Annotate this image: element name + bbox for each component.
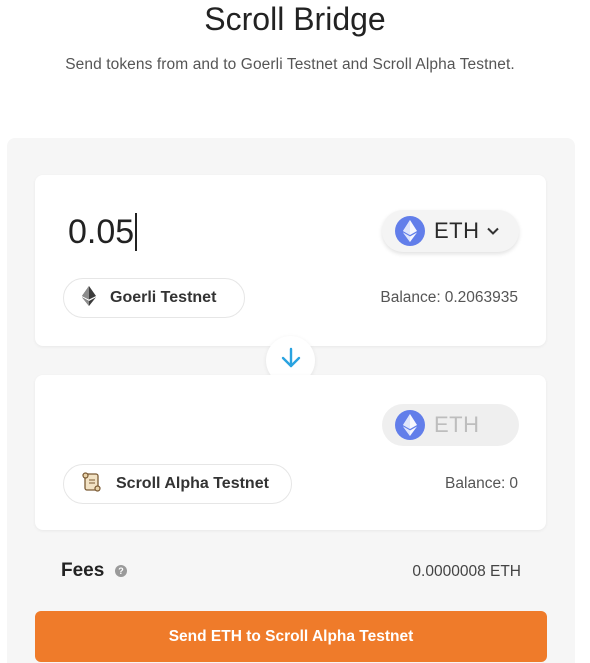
to-network-label: Scroll Alpha Testnet <box>116 475 269 492</box>
from-token-label: ETH <box>434 218 480 243</box>
help-icon[interactable]: ? <box>115 565 127 577</box>
amount-value: 0.05 <box>68 212 135 251</box>
from-card: 0.05 ETH Goerli Testnet Balance: 0.20639… <box>35 175 546 346</box>
to-card: ETH Scroll Alpha Testnet Balance: 0 <box>35 375 546 530</box>
amount-input[interactable]: 0.05 <box>68 211 268 253</box>
fees-value: 0.0000008 ETH <box>412 563 521 580</box>
to-balance-label: Balance: <box>445 475 506 492</box>
send-button[interactable]: Send ETH to Scroll Alpha Testnet <box>35 611 547 662</box>
arrow-down-icon <box>280 347 302 374</box>
fees-label: Fees <box>61 560 105 581</box>
to-token-label: ETH <box>434 412 480 437</box>
from-balance: Balance: 0.2063935 <box>380 289 518 307</box>
from-balance-value: 0.2063935 <box>444 289 518 306</box>
page-subtitle: Send tokens from and to Goerli Testnet a… <box>65 56 515 73</box>
from-network-label: Goerli Testnet <box>110 289 217 306</box>
from-token-select[interactable]: ETH <box>382 210 519 252</box>
to-token-select: ETH <box>382 404 519 446</box>
ethereum-icon <box>395 216 425 246</box>
from-balance-label: Balance: <box>380 289 441 306</box>
to-balance-value: 0 <box>509 475 518 492</box>
text-caret <box>135 213 137 251</box>
chevron-down-icon <box>486 226 500 236</box>
fees-row: Fees ? 0.0000008 ETH <box>61 560 521 584</box>
from-network-selector[interactable]: Goerli Testnet <box>63 278 245 318</box>
ethereum-icon <box>395 410 425 440</box>
to-network-selector[interactable]: Scroll Alpha Testnet <box>63 464 292 504</box>
to-balance: Balance: 0 <box>445 475 518 493</box>
scroll-icon <box>82 471 102 497</box>
page-title: Scroll Bridge <box>204 1 386 37</box>
ethereum-logo-icon <box>82 285 96 311</box>
